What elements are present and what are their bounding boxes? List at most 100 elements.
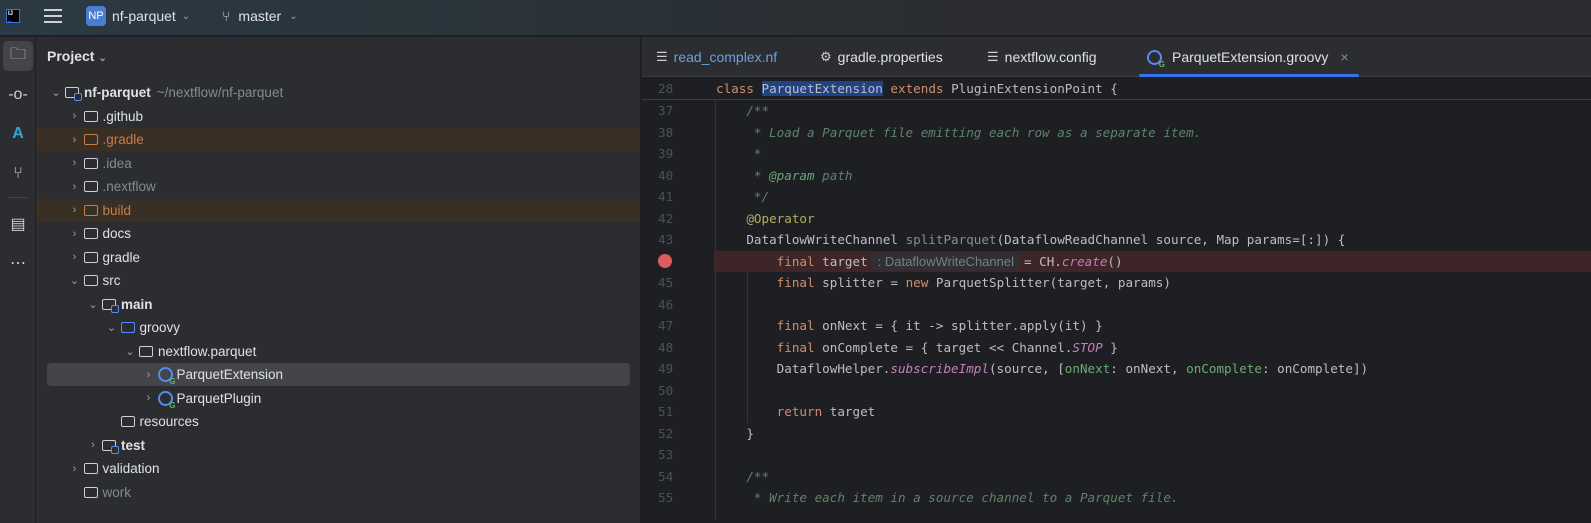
- tree-item[interactable]: work: [36, 481, 640, 504]
- tree-item[interactable]: › gradle: [36, 246, 640, 269]
- tree-item[interactable]: ⌄ src: [36, 269, 640, 292]
- tree-item[interactable]: › validation: [36, 457, 640, 480]
- chevron-right-icon[interactable]: ›: [66, 204, 84, 216]
- code-line[interactable]: 39 *: [642, 143, 1591, 165]
- code-text: * Write each item in a source channel to…: [716, 490, 1179, 505]
- code-line[interactable]: 49 DataflowHelper.subscribeImpl(source, …: [642, 358, 1591, 380]
- code-text: final splitter = new ParquetSplitter(tar…: [716, 275, 1171, 290]
- code-token: (): [1107, 253, 1123, 269]
- line-number: 51: [658, 404, 674, 420]
- code-line[interactable]: 51 return target: [642, 401, 1591, 423]
- code-text: }: [716, 426, 754, 441]
- code-line[interactable]: 28 class ParquetExtension extends PluginE…: [642, 78, 1591, 100]
- branch-selector[interactable]: ⑂ master ⌄: [222, 8, 298, 24]
- code-line[interactable]: 37 /**: [642, 100, 1591, 122]
- chevron-right-icon[interactable]: ›: [66, 134, 84, 146]
- folder-icon: [120, 322, 135, 333]
- tree-item[interactable]: › .nextflow: [36, 175, 640, 198]
- project-selector[interactable]: NP nf-parquet ⌄: [86, 6, 190, 26]
- pull-requests-icon[interactable]: ⑂: [3, 159, 33, 189]
- chevron-right-icon[interactable]: ›: [66, 463, 84, 475]
- module-folder-icon: [102, 439, 119, 454]
- tree-item[interactable]: ⌄ groovy: [36, 316, 640, 339]
- tab-parquetextension-groovy[interactable]: ParquetExtension.groovy ×: [1139, 37, 1359, 77]
- line-number: 54: [658, 468, 674, 484]
- tree-item[interactable]: › .github: [36, 105, 640, 128]
- code-line[interactable]: 43 DataflowWriteChannel splitParquet(Dat…: [642, 229, 1591, 251]
- code-token: subscribeImpl: [890, 361, 989, 377]
- tree-item-label: build: [102, 202, 132, 218]
- commit-icon[interactable]: -o-: [3, 80, 33, 110]
- chevron-right-icon[interactable]: ›: [140, 392, 158, 404]
- chevron-down-icon[interactable]: ⌄: [84, 298, 102, 311]
- code-token: final: [716, 253, 823, 269]
- intellij-logo-icon: IJ _: [6, 9, 20, 23]
- tree-item[interactable]: › ParquetExtension: [47, 363, 630, 386]
- tab-read-complex-nf[interactable]: ☰ read_complex.nf: [656, 37, 777, 77]
- more-icon[interactable]: ⋯: [3, 248, 33, 278]
- chevron-down-icon[interactable]: ⌄: [47, 86, 65, 99]
- project-icon[interactable]: 🗀: [3, 41, 33, 71]
- tab-gradle-properties[interactable]: ⚙ gradle.properties: [820, 37, 943, 77]
- gear-icon: ⚙: [820, 49, 832, 64]
- code-line[interactable]: 52 }: [642, 423, 1591, 445]
- chevron-right-icon[interactable]: ›: [66, 181, 84, 193]
- tree-item[interactable]: ⌄ main: [36, 293, 640, 316]
- code-token: /**: [716, 103, 770, 119]
- code-line[interactable]: 50: [642, 380, 1591, 402]
- code-line[interactable]: 53: [642, 444, 1591, 466]
- code-line[interactable]: 48 final onComplete = { target << Channe…: [642, 337, 1591, 359]
- azure-icon[interactable]: A: [3, 119, 33, 149]
- structure-icon[interactable]: ▤: [3, 209, 33, 239]
- chevron-right-icon[interactable]: ›: [84, 439, 102, 451]
- code-line[interactable]: 46: [642, 294, 1591, 316]
- line-number: 43: [658, 232, 674, 248]
- chevron-down-icon[interactable]: ⌄: [66, 274, 84, 287]
- chevron-right-icon[interactable]: ›: [140, 369, 158, 381]
- code-line[interactable]: 47 final onNext = { it -> splitter.apply…: [642, 315, 1591, 337]
- code-line[interactable]: 38 * Load a Parquet file emitting each r…: [642, 122, 1591, 144]
- code-token: }: [1102, 339, 1118, 355]
- tree-item[interactable]: resources: [36, 410, 640, 433]
- code-token: ParquetExtension: [761, 80, 883, 96]
- tree-item[interactable]: › .idea: [36, 152, 640, 175]
- code-editor[interactable]: 28 class ParquetExtension extends PluginE…: [642, 78, 1591, 523]
- tree-item[interactable]: ⌄ nextflow.parquet: [36, 340, 640, 363]
- tree-item-label: ParquetExtension: [176, 367, 284, 382]
- tab-nextflow-config[interactable]: ☰ nextflow.config: [987, 37, 1097, 77]
- line-number: 50: [658, 382, 674, 398]
- breakpoint-icon[interactable]: [658, 254, 672, 269]
- tree-item-path: ~/nextflow/nf-parquet: [156, 85, 284, 100]
- chevron-right-icon[interactable]: ›: [66, 157, 84, 169]
- close-icon[interactable]: ×: [1340, 49, 1348, 65]
- code-line[interactable]: 54 /**: [642, 466, 1591, 488]
- code-line[interactable]: final target: DataflowWriteChannel = CH.c…: [658, 250, 1591, 272]
- tree-item[interactable]: › .gradle: [36, 128, 640, 151]
- folder-icon: [83, 275, 98, 286]
- code-line[interactable]: 42 @Operator: [642, 208, 1591, 230]
- code-line[interactable]: 55 * Write each item in a source channel…: [642, 487, 1591, 509]
- code-text: * Load a Parquet file emitting each row …: [716, 125, 1201, 140]
- tree-item[interactable]: › test: [36, 434, 640, 457]
- chevron-right-icon[interactable]: ›: [66, 110, 84, 122]
- code-text: return target: [716, 404, 876, 419]
- code-line[interactable]: 40 * @param path: [642, 165, 1591, 187]
- tree-item-label: .idea: [102, 155, 132, 171]
- chevron-down-icon[interactable]: ⌄: [121, 345, 139, 358]
- chevron-right-icon[interactable]: ›: [66, 228, 84, 240]
- code-token: final: [716, 318, 823, 334]
- code-line[interactable]: 45 final splitter = new ParquetSplitter(…: [642, 272, 1591, 294]
- tree-item-label: gradle: [102, 249, 141, 265]
- tree-item[interactable]: › ParquetPlugin: [36, 387, 640, 410]
- tab-label: read_complex.nf: [673, 49, 778, 65]
- code-token: class: [716, 80, 762, 96]
- tree-item[interactable]: ⌄ nf-parquet ~/nextflow/nf-parquet: [36, 81, 640, 104]
- main-menu-icon[interactable]: [44, 9, 62, 25]
- tree-item[interactable]: › docs: [36, 222, 640, 245]
- code-line[interactable]: 41 */: [642, 186, 1591, 208]
- chevron-right-icon[interactable]: ›: [66, 251, 84, 263]
- code-token: @param: [769, 167, 815, 183]
- chevron-down-icon[interactable]: ⌄: [103, 321, 121, 334]
- tree-item[interactable]: › build: [36, 198, 640, 222]
- project-panel-title[interactable]: Project ⌄: [47, 48, 107, 64]
